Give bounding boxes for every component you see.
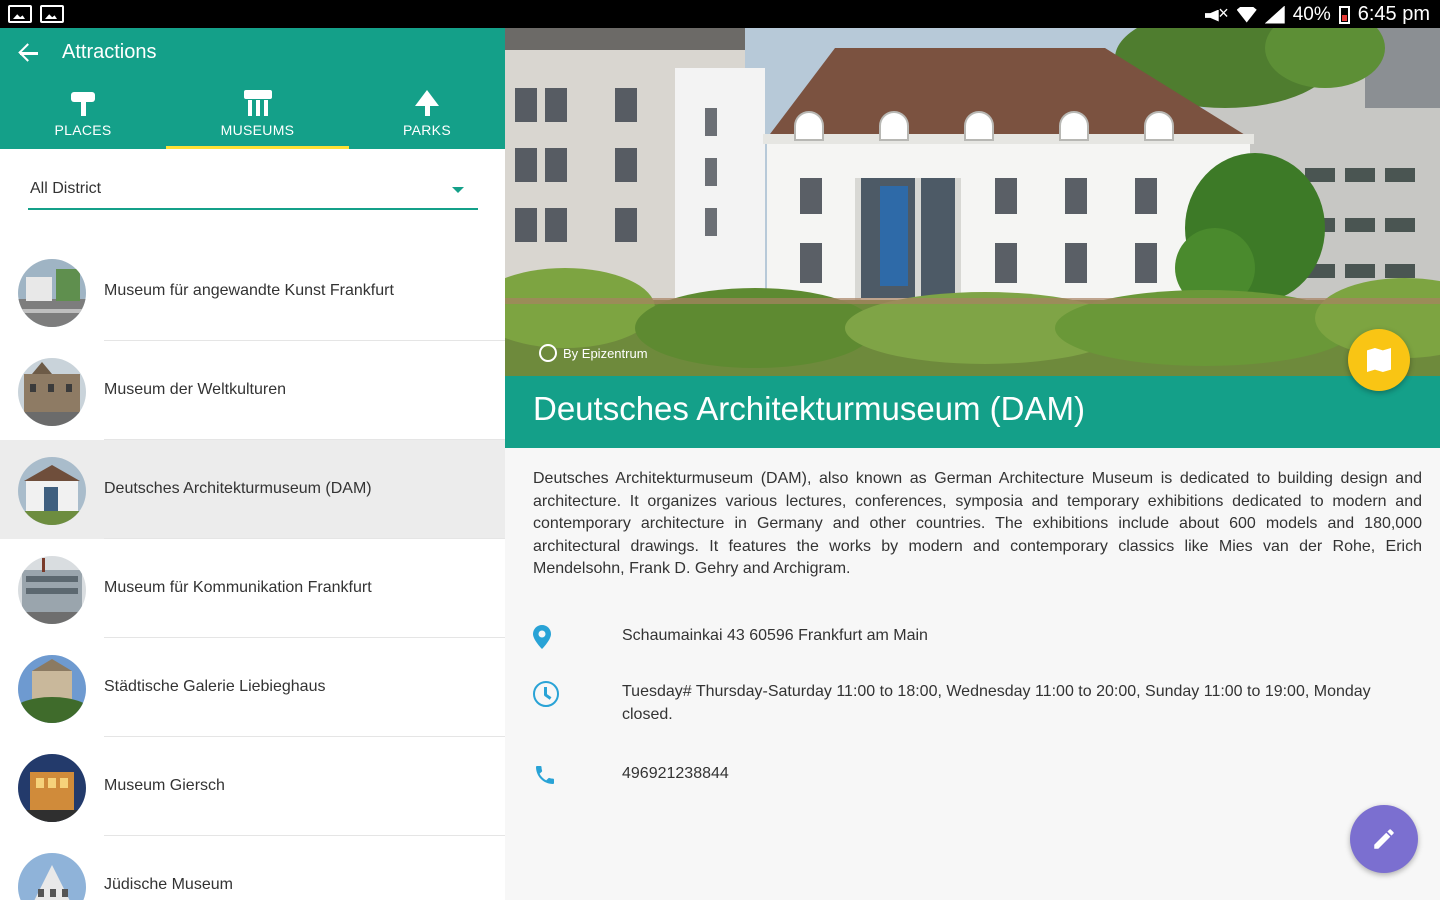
- clock-icon: [533, 681, 559, 707]
- edit-button[interactable]: [1350, 805, 1418, 873]
- map-icon: [1367, 348, 1391, 372]
- list-item[interactable]: Museum der Weltkulturen: [0, 341, 505, 440]
- wifi-icon: [1236, 6, 1257, 23]
- museum-thumbnail: [18, 853, 86, 900]
- category-tabs: PLACES MUSEUMS PARKS: [0, 86, 505, 149]
- museum-list: Museum für angewandte Kunst Frankfurt Mu…: [0, 242, 505, 900]
- image-notification-icon: [40, 5, 64, 23]
- museum-name: Jüdische Museum: [104, 876, 233, 893]
- mute-icon: [1205, 3, 1229, 24]
- museum-name: Museum Giersch: [104, 777, 225, 794]
- museum-thumbnail: [18, 259, 86, 327]
- dropdown-caret-icon: [452, 187, 464, 193]
- museum-name: Museum der Weltkulturen: [104, 381, 286, 398]
- district-dropdown[interactable]: All District: [28, 178, 478, 210]
- museum-icon: [243, 90, 272, 116]
- tab-places[interactable]: PLACES: [0, 86, 166, 149]
- tab-parks[interactable]: PARKS: [349, 86, 505, 149]
- museum-thumbnail: [18, 754, 86, 822]
- opening-hours-text: Tuesday# Thursday-Saturday 11:00 to 18:0…: [622, 683, 1371, 723]
- location-pin-icon: [533, 625, 551, 654]
- tab-parks-label: PARKS: [403, 122, 451, 138]
- map-button[interactable]: [1348, 329, 1410, 391]
- list-item[interactable]: Jüdische Museum: [0, 836, 505, 900]
- app-bar: Attractions PLACES MUSEUMS PARKS: [0, 28, 505, 149]
- museum-name: Städtische Galerie Liebieghaus: [104, 678, 326, 695]
- app-bar-title: Attractions: [62, 41, 157, 63]
- list-item[interactable]: Deutsches Architekturmuseum (DAM): [0, 440, 505, 539]
- museum-name: Deutsches Architekturmuseum (DAM): [104, 480, 372, 497]
- tab-places-label: PLACES: [54, 122, 112, 138]
- phone-icon: [533, 763, 557, 792]
- pencil-icon: [1374, 829, 1394, 849]
- tab-museums-label: MUSEUMS: [220, 122, 295, 138]
- detail-panel: By Epizentrum Deutsches Architekturmuseu…: [505, 28, 1440, 900]
- signal-icon: [1264, 5, 1285, 24]
- battery-percent: 40%: [1292, 3, 1331, 25]
- clock-time: 6:45 pm: [1357, 3, 1430, 25]
- tab-museums[interactable]: MUSEUMS: [166, 86, 349, 149]
- signpost-icon: [70, 90, 96, 116]
- district-selected-value: All District: [30, 180, 102, 197]
- image-credit-text: By Epizentrum: [563, 345, 648, 361]
- image-credit: By Epizentrum: [539, 344, 648, 362]
- list-item[interactable]: Museum für angewandte Kunst Frankfurt: [0, 242, 505, 341]
- page-title: Deutsches Architekturmuseum (DAM): [533, 390, 1085, 427]
- gallery-notification-icon: [8, 5, 32, 23]
- museum-description: Deutsches Architekturmuseum (DAM), also …: [533, 470, 1422, 577]
- tree-icon: [413, 90, 441, 116]
- museum-thumbnail: [18, 358, 86, 426]
- attractions-list-panel: Attractions PLACES MUSEUMS PARKS All Dis…: [0, 28, 505, 900]
- list-item[interactable]: Museum Giersch: [0, 737, 505, 836]
- battery-icon: [1338, 5, 1350, 24]
- museum-thumbnail: [18, 556, 86, 624]
- phone-number: 496921238844: [622, 765, 729, 782]
- museum-name: Museum für angewandte Kunst Frankfurt: [104, 282, 394, 299]
- museum-thumbnail: [18, 457, 86, 525]
- detail-title-bar: Deutsches Architekturmuseum (DAM): [505, 376, 1440, 448]
- list-item[interactable]: Museum für Kommunikation Frankfurt: [0, 539, 505, 638]
- museum-name: Museum für Kommunikation Frankfurt: [104, 579, 372, 596]
- museum-photo: [505, 28, 1440, 376]
- status-bar: 40% 6:45 pm: [0, 0, 1440, 28]
- address-text: Schaumainkai 43 60596 Frankfurt am Main: [622, 627, 928, 644]
- list-item[interactable]: Städtische Galerie Liebieghaus: [0, 638, 505, 737]
- back-arrow-icon[interactable]: [18, 42, 40, 64]
- museum-thumbnail: [18, 655, 86, 723]
- creative-commons-icon: [539, 344, 557, 362]
